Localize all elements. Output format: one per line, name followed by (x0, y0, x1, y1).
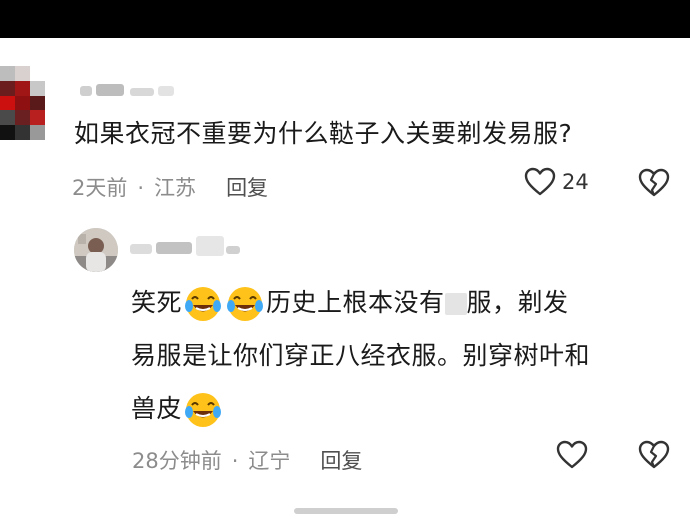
comment-text: 如果衣冠不重要为什么鞑子入关要剃发易服? (74, 119, 573, 148)
reply-meta: 28分钟前 · 辽宁 回复 (132, 445, 362, 475)
reply-text-segment: 服，剃发 (466, 288, 569, 317)
status-bar (0, 0, 690, 38)
reply-to-reply-button[interactable]: 回复 (320, 449, 362, 473)
commenter-avatar[interactable] (0, 66, 60, 140)
comment-meta: 2天前 · 江苏 回复 (72, 172, 268, 202)
broken-heart-icon[interactable] (637, 439, 671, 471)
reply-text-segment: 笑死 (131, 288, 183, 317)
scroll-handle[interactable] (294, 508, 398, 514)
reply-line-1: 笑死 历史上根本没有 服，剃发 (131, 276, 671, 329)
avatar-photo (74, 228, 118, 272)
meta-separator: · (231, 449, 239, 473)
comment-time: 2天前 (72, 176, 128, 200)
reply-text: 笑死 历史上根本没有 服，剃发 易服是让你们穿正八经衣服。别穿树叶和 兽皮 (131, 276, 671, 435)
like-button[interactable]: 24 (524, 167, 589, 197)
reply-text-segment: 历史上根本没有 (266, 288, 445, 317)
reply-line-2: 易服是让你们穿正八经衣服。别穿树叶和 (131, 341, 591, 370)
meta-separator: · (137, 176, 145, 200)
replier-username-blurred[interactable] (130, 234, 240, 262)
commenter-username-blurred[interactable] (80, 82, 176, 98)
laughing-tears-emoji-icon (185, 287, 222, 321)
reply-location: 辽宁 (248, 449, 291, 473)
reply-text-segment: 兽皮 (131, 394, 183, 423)
reply-button[interactable]: 回复 (226, 176, 268, 200)
heart-outline-icon[interactable] (556, 440, 588, 470)
redacted-character (444, 293, 467, 315)
reply-time: 28分钟前 (132, 449, 222, 473)
laughing-tears-emoji-icon (227, 287, 264, 321)
reply-line-3: 兽皮 (131, 382, 671, 435)
like-count: 24 (562, 170, 589, 194)
broken-heart-icon[interactable] (637, 167, 671, 199)
replier-avatar[interactable] (74, 228, 118, 272)
heart-outline-icon (524, 167, 556, 196)
laughing-tears-emoji-icon (185, 393, 222, 427)
comment-location: 江苏 (154, 176, 197, 200)
